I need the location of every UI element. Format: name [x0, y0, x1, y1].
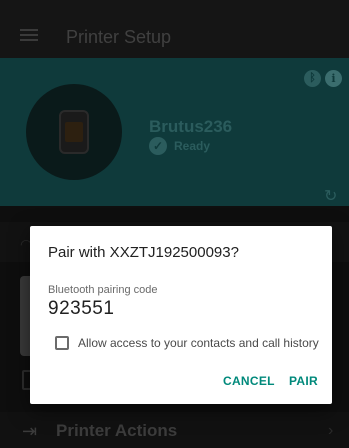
pairing-dialog: Pair with XXZTJ192500093? Bluetooth pair… [30, 226, 332, 404]
printer-icon [59, 110, 89, 154]
contacts-access-checkbox[interactable] [55, 336, 69, 350]
cancel-button[interactable]: CANCEL [223, 374, 275, 388]
printer-actions-row[interactable]: ⇥ Printer Actions › [0, 412, 349, 448]
printer-status: Ready [174, 139, 211, 153]
dialog-title: Pair with XXZTJ192500093? [48, 244, 239, 261]
page-title: Printer Setup [66, 27, 172, 47]
printer-name: Brutus236 [149, 117, 233, 136]
chevron-right-icon: › [328, 422, 334, 439]
printer-card[interactable]: Brutus236 ✓ Ready ᛒ i ↻ [0, 58, 349, 206]
pairing-code-label: Bluetooth pairing code [48, 284, 158, 296]
printer-actions-label: Printer Actions [56, 421, 178, 440]
menu-icon[interactable] [20, 29, 38, 41]
check-icon: ✓ [149, 137, 167, 155]
printer-actions-icon: ⇥ [22, 421, 38, 441]
contacts-access-label[interactable]: Allow access to your contacts and call h… [78, 336, 319, 350]
info-icon[interactable]: i [325, 70, 342, 87]
pairing-code: 923551 [48, 298, 115, 319]
refresh-icon[interactable]: ↻ [324, 186, 337, 206]
bluetooth-icon[interactable]: ᛒ [304, 70, 321, 87]
app-bar: Printer Setup [0, 0, 349, 58]
pair-button[interactable]: PAIR [289, 374, 318, 388]
printer-image-circle [26, 84, 122, 180]
